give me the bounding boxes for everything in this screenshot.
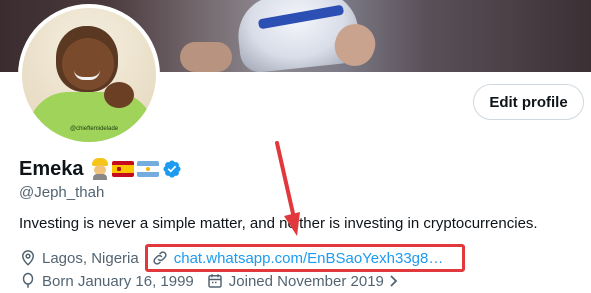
- banner-figure-leg: [180, 42, 232, 72]
- avatar-hand: [104, 82, 134, 108]
- birth-date-item: Born January 16, 1999: [19, 272, 194, 290]
- joined-text: Joined November 2019: [228, 272, 384, 290]
- avatar-shirt: [28, 92, 154, 142]
- balloon-icon: [22, 272, 34, 288]
- profile-name-row: Emeka: [19, 156, 182, 182]
- joined-item[interactable]: Joined November 2019: [206, 272, 400, 290]
- calendar-icon: [208, 274, 222, 288]
- profile-handle: @Jeph_thah: [19, 184, 105, 201]
- location-pin-icon: [21, 250, 35, 266]
- avatar-watermark: @chieftemidelade: [70, 126, 119, 132]
- edit-profile-button[interactable]: Edit profile: [473, 84, 584, 120]
- construction-worker-emoji: [91, 158, 109, 180]
- location-text: Lagos, Nigeria: [42, 249, 139, 267]
- display-name: Emeka: [19, 157, 84, 180]
- website-link[interactable]: chat.whatsapp.com/EnBSaoYexh33g8…: [174, 250, 444, 267]
- profile-meta-row-1: Lagos, Nigeria chat.whatsapp.com/EnBSaoY…: [19, 247, 455, 269]
- avatar[interactable]: @chieftemidelade: [18, 4, 160, 146]
- link-icon: [153, 251, 167, 265]
- birth-date-text: Born January 16, 1999: [42, 272, 194, 290]
- profile-bio: Investing is never a simple matter, and …: [19, 215, 538, 232]
- verified-badge-icon[interactable]: [162, 159, 182, 179]
- profile-meta-row-2: Born January 16, 1999 Joined November 20…: [19, 270, 412, 292]
- location-item: Lagos, Nigeria: [19, 249, 139, 267]
- website-item[interactable]: chat.whatsapp.com/EnBSaoYexh33g8…: [151, 249, 444, 267]
- spain-flag-icon: [111, 161, 134, 177]
- chevron-right-icon: [390, 275, 398, 287]
- argentina-flag-icon: [136, 161, 159, 177]
- avatar-face: [62, 38, 114, 90]
